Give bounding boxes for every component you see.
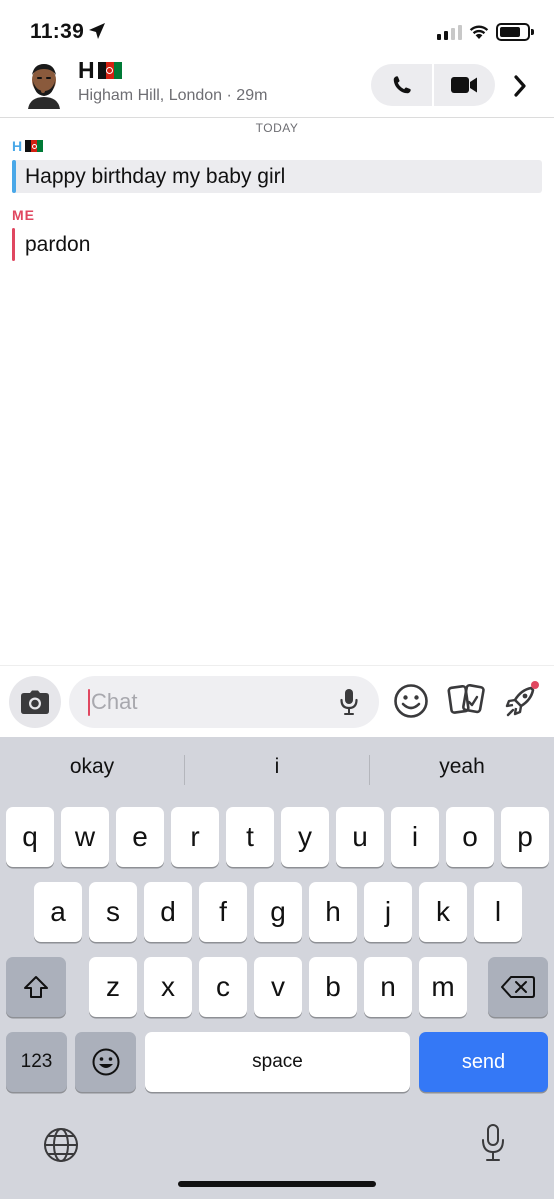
- suggestion-1[interactable]: okay: [0, 755, 184, 779]
- status-bar: 11:39: [0, 0, 554, 60]
- suggestion-2[interactable]: i: [185, 755, 369, 779]
- key-n[interactable]: n: [364, 957, 412, 1017]
- key-x[interactable]: x: [144, 957, 192, 1017]
- chat-header: H Higham Hill, London · 29m: [0, 55, 554, 117]
- home-indicator[interactable]: [178, 1181, 376, 1187]
- key-f[interactable]: f: [199, 882, 247, 942]
- numbers-key[interactable]: 123: [6, 1032, 67, 1092]
- message-me[interactable]: pardon: [12, 228, 542, 261]
- phone-icon: [393, 76, 411, 94]
- suggestion-3[interactable]: yeah: [370, 755, 554, 779]
- key-k[interactable]: k: [419, 882, 467, 942]
- wifi-icon: [469, 25, 489, 39]
- message-accent-bar: [12, 228, 15, 261]
- sender-label-them: H: [12, 138, 44, 154]
- emoji-face-icon: [92, 1048, 119, 1076]
- message-text: pardon: [25, 232, 91, 256]
- key-b[interactable]: b: [309, 957, 357, 1017]
- message-text: Happy birthday my baby girl: [25, 164, 286, 188]
- key-j[interactable]: j: [364, 882, 412, 942]
- bitmoji-avatar[interactable]: [22, 61, 66, 109]
- contact-name[interactable]: H: [78, 57, 122, 84]
- key-h[interactable]: h: [309, 882, 357, 942]
- key-t[interactable]: t: [226, 807, 274, 867]
- cellular-signal-icon: [437, 24, 462, 40]
- audio-call-button[interactable]: [371, 64, 433, 106]
- header-divider: [0, 117, 554, 118]
- key-g[interactable]: g: [254, 882, 302, 942]
- key-d[interactable]: d: [144, 882, 192, 942]
- status-time: 11:39: [30, 20, 85, 43]
- key-i[interactable]: i: [391, 807, 439, 867]
- globe-icon[interactable]: [42, 1126, 80, 1164]
- key-v[interactable]: v: [254, 957, 302, 1017]
- text-cursor: [88, 689, 90, 716]
- shift-arrow-icon: [24, 976, 48, 998]
- video-call-button[interactable]: [433, 64, 495, 106]
- microphone-icon[interactable]: [339, 688, 359, 716]
- key-a[interactable]: a: [34, 882, 82, 942]
- key-o[interactable]: o: [446, 807, 494, 867]
- predictive-suggestions: okay i yeah: [0, 737, 554, 803]
- message-them[interactable]: Happy birthday my baby girl: [12, 160, 542, 193]
- key-y[interactable]: y: [281, 807, 329, 867]
- video-camera-icon: [451, 77, 477, 93]
- key-l[interactable]: l: [474, 882, 522, 942]
- emoji-key[interactable]: [75, 1032, 136, 1092]
- key-s[interactable]: s: [89, 882, 137, 942]
- date-separator: TODAY: [255, 121, 299, 135]
- chat-composer: [0, 665, 554, 737]
- cards-icon[interactable]: [447, 682, 487, 718]
- backspace-key[interactable]: [488, 957, 548, 1017]
- key-z[interactable]: z: [89, 957, 137, 1017]
- call-buttons: [371, 64, 495, 106]
- send-key[interactable]: send: [419, 1032, 548, 1092]
- camera-icon: [21, 690, 49, 714]
- key-w[interactable]: w: [61, 807, 109, 867]
- key-m[interactable]: m: [419, 957, 467, 1017]
- key-p[interactable]: p: [501, 807, 549, 867]
- message-accent-bar: [12, 160, 16, 193]
- chevron-right-icon[interactable]: [513, 75, 527, 97]
- chat-input[interactable]: [91, 676, 321, 728]
- shift-key[interactable]: [6, 957, 66, 1017]
- location-arrow-icon: [89, 23, 105, 39]
- rocket-icon[interactable]: [503, 680, 541, 720]
- sender-label-me: ME: [12, 207, 35, 223]
- contact-location-status: Higham Hill, London · 29m: [78, 87, 268, 104]
- key-e[interactable]: e: [116, 807, 164, 867]
- key-u[interactable]: u: [336, 807, 384, 867]
- key-q[interactable]: q: [6, 807, 54, 867]
- flag-afghanistan-icon: [25, 140, 44, 152]
- space-key[interactable]: space: [145, 1032, 410, 1092]
- bitmoji-sticker-icon[interactable]: [392, 682, 430, 720]
- chat-input-container[interactable]: [69, 676, 379, 728]
- flag-afghanistan-icon: [97, 62, 122, 79]
- camera-button[interactable]: [9, 676, 61, 728]
- backspace-icon: [501, 976, 535, 998]
- key-c[interactable]: c: [199, 957, 247, 1017]
- dictation-microphone-icon[interactable]: [480, 1123, 506, 1163]
- battery-icon: [496, 23, 534, 41]
- key-r[interactable]: r: [171, 807, 219, 867]
